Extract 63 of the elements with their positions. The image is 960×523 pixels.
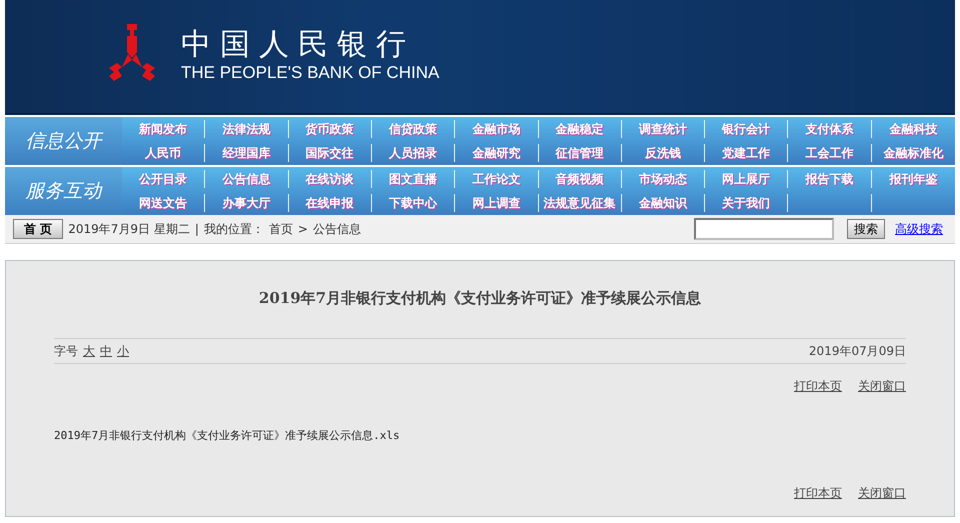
nav-link[interactable]: 调查统计 <box>638 120 687 138</box>
nav-link[interactable]: 法规意见征集 <box>544 194 616 212</box>
nav-link[interactable]: 人民币 <box>145 144 182 162</box>
nav-link[interactable]: 金融稳定 <box>556 120 604 138</box>
page-link[interactable]: 关闭窗口 <box>858 485 906 502</box>
nav-link[interactable]: 在线申报 <box>306 194 354 212</box>
attachment-link[interactable]: 2019年7月非银行支付机构《支付业务许可证》准予续展公示信息.xls <box>54 428 906 443</box>
font-size-link[interactable]: 中 <box>100 342 112 360</box>
nav-link[interactable]: 人员招录 <box>389 144 438 162</box>
nav-link[interactable]: 网送文告 <box>139 194 188 212</box>
search-button[interactable]: 搜索 <box>847 219 885 239</box>
nav-link[interactable]: 工作论文 <box>472 170 520 188</box>
nav-link[interactable]: 新闻发布 <box>139 120 188 138</box>
nav-link[interactable]: 办事大厅 <box>222 194 270 212</box>
breadcrumb-link[interactable]: 首页 <box>268 220 293 238</box>
nav-link[interactable]: 党建工作 <box>722 144 770 162</box>
nav-link[interactable]: 市场动态 <box>638 170 687 188</box>
nav-link[interactable]: 经理国库 <box>222 144 270 162</box>
date-text: 2019年7月9日 星期二 <box>68 220 190 238</box>
nav-link[interactable]: 公告信息 <box>222 170 270 188</box>
nav-link[interactable]: 工会工作 <box>806 144 854 162</box>
separator-text: | <box>194 222 199 236</box>
nav-link[interactable]: 金融研究 <box>472 144 520 162</box>
nav-link[interactable]: 货币政策 <box>306 120 354 138</box>
nav-link[interactable]: 支付体系 <box>806 120 854 138</box>
search-field[interactable] <box>694 218 834 240</box>
nav-link[interactable]: 报告下载 <box>806 170 854 188</box>
page-link[interactable]: 打印本页 <box>794 378 842 395</box>
nav-link[interactable]: 公开目录 <box>139 170 188 188</box>
publish-date: 2019年07月09日 <box>808 342 906 360</box>
nav-section-title: 信息公开 <box>5 117 122 165</box>
font-size-label: 字号 <box>54 342 78 360</box>
nav-link[interactable]: 网上展厅 <box>722 170 770 188</box>
nav-link[interactable]: 征信管理 <box>556 144 604 162</box>
nav-link[interactable]: 金融科技 <box>889 120 938 138</box>
nav-link[interactable]: 法律法规 <box>222 120 270 138</box>
nav-link[interactable]: 金融知识 <box>638 194 687 212</box>
article-title: 2019年7月非银行支付机构《支付业务许可证》准予续展公示信息 <box>258 289 702 308</box>
nav-link[interactable]: 国际交往 <box>306 144 354 162</box>
nav-link[interactable]: 音频视频 <box>556 170 604 188</box>
nav-link[interactable]: 金融市场 <box>472 120 520 138</box>
nav-link[interactable]: 在线访谈 <box>306 170 354 188</box>
nav-link[interactable]: 网上调查 <box>472 194 520 212</box>
nav-link[interactable]: 反洗钱 <box>644 144 681 162</box>
advanced-search-link[interactable]: 高级搜索 <box>895 220 943 238</box>
page-link[interactable]: 打印本页 <box>794 485 842 502</box>
nav-link[interactable]: 银行会计 <box>722 120 770 138</box>
home-button[interactable]: 首 页 <box>13 219 64 239</box>
nav-link[interactable]: 信贷政策 <box>389 120 438 138</box>
bank-name: 中国人民银行 <box>181 26 416 62</box>
font-size-link[interactable]: 大 <box>83 342 95 360</box>
page-link[interactable]: 关闭窗口 <box>858 378 906 395</box>
nav-link[interactable]: 图文直播 <box>389 170 438 188</box>
breadcrumb-link[interactable]: 公告信息 <box>312 220 361 238</box>
breadcrumb-separator: > <box>298 222 308 236</box>
nav-link[interactable]: 金融标准化 <box>883 144 944 162</box>
nav-link[interactable]: 关于我们 <box>722 194 770 212</box>
font-size-link[interactable]: 小 <box>117 342 129 360</box>
bank-name-english: THE PEOPLE'S BANK OF CHINA <box>181 62 440 82</box>
location-label: 我的位置： <box>204 220 264 238</box>
nav-link[interactable]: 报刊年鉴 <box>889 170 938 188</box>
nav-section-title: 服务互动 <box>5 167 122 215</box>
nav-link[interactable]: 下载中心 <box>389 194 438 212</box>
